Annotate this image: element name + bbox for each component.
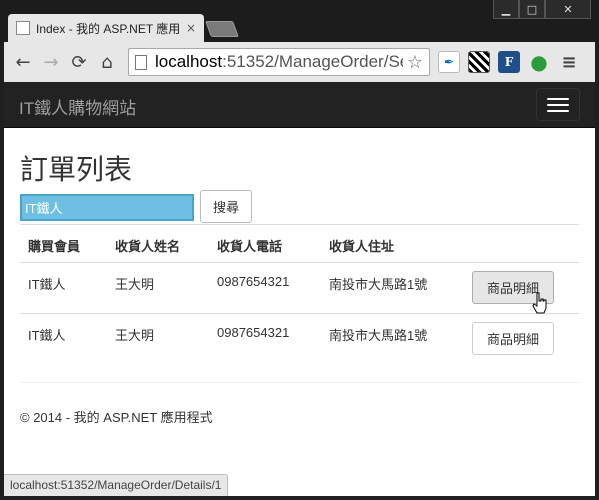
table-row: IT鐵人 王大明 0987654321 南投市大馬路1號 商品明細: [20, 313, 579, 364]
browser-menu-icon[interactable]: ≡: [558, 51, 580, 73]
table-row: IT鐵人 王大明 0987654321 南投市大馬路1號 商品明細: [20, 262, 579, 313]
extension-f-icon[interactable]: F: [498, 51, 520, 73]
page-viewport: IT鐵人購物網站 訂單列表 搜尋 購買會員 收貨人姓名 收貨人電話 收貨人住址 …: [4, 82, 595, 496]
extension-pen-icon[interactable]: ✒: [438, 51, 460, 73]
url-text: localhost:51352/ManageOrder/Se: [155, 52, 403, 72]
maximize-button[interactable]: □: [519, 0, 545, 19]
footer-divider: [20, 382, 579, 383]
cell-name: 王大明: [115, 277, 155, 292]
title-bar: ▁ □ ✕ Index - 我的 ASP.NET 應用 ×: [0, 0, 599, 42]
minimize-button[interactable]: ▁: [493, 0, 519, 19]
cell-phone: 0987654321: [217, 274, 290, 289]
column-header-address: 收貨人住址: [329, 239, 395, 254]
url-host: localhost: [155, 52, 223, 71]
hand-cursor-icon: [532, 292, 547, 314]
search-button[interactable]: 搜尋: [200, 190, 252, 223]
window-controls: ▁ □ ✕: [493, 0, 591, 19]
cell-address: 南投市大馬路1號: [329, 277, 428, 292]
site-brand-link[interactable]: IT鐵人購物網站: [19, 94, 136, 119]
page-favicon-icon: [16, 21, 30, 35]
tab-close-icon[interactable]: ×: [186, 21, 196, 35]
cell-address: 南投市大馬路1號: [329, 328, 428, 343]
cell-name: 王大明: [115, 328, 155, 343]
cell-member: IT鐵人: [28, 277, 66, 292]
hamburger-bar: [547, 103, 569, 106]
column-header-member: 購買會員: [28, 239, 81, 254]
page-title: 訂單列表: [20, 154, 133, 185]
cell-member: IT鐵人: [28, 328, 66, 343]
close-window-button[interactable]: ✕: [545, 0, 591, 19]
footer-text: © 2014 - 我的 ASP.NET 應用程式: [20, 410, 213, 425]
extension-qr-icon[interactable]: [468, 51, 490, 73]
tab-title: Index - 我的 ASP.NET 應用: [36, 21, 181, 36]
browser-tab[interactable]: Index - 我的 ASP.NET 應用 ×: [8, 14, 204, 42]
cell-phone: 0987654321: [217, 325, 290, 340]
status-bar-url: localhost:51352/ManageOrder/Details/1: [4, 474, 229, 496]
search-input[interactable]: [20, 194, 194, 221]
orders-table: 購買會員 收貨人姓名 收貨人電話 收貨人住址 IT鐵人 王大明 09876543…: [20, 224, 579, 364]
new-tab-button[interactable]: [205, 21, 239, 37]
column-header-phone: 收貨人電話: [217, 239, 283, 254]
address-bar[interactable]: localhost:51352/ManageOrder/Se ☆: [128, 48, 430, 76]
page-icon: [135, 54, 147, 70]
forward-button[interactable]: →: [38, 49, 64, 75]
browser-window: ▁ □ ✕ Index - 我的 ASP.NET 應用 × ← → ⟳ ⌂ lo…: [0, 0, 599, 500]
home-button[interactable]: ⌂: [94, 49, 120, 75]
extension-leaf-icon[interactable]: ●: [528, 50, 550, 74]
hamburger-bar: [547, 97, 569, 100]
column-header-name: 收貨人姓名: [115, 239, 181, 254]
reload-button[interactable]: ⟳: [66, 49, 92, 75]
hamburger-bar: [547, 109, 569, 112]
url-path: :51352/ManageOrder/Se: [222, 52, 403, 71]
bookmark-star-icon[interactable]: ☆: [407, 52, 423, 73]
browser-toolbar: ← → ⟳ ⌂ localhost:51352/ManageOrder/Se ☆…: [4, 42, 595, 82]
back-button[interactable]: ←: [10, 49, 36, 75]
site-navbar: IT鐵人購物網站: [4, 82, 595, 128]
table-header-row: 購買會員 收貨人姓名 收貨人電話 收貨人住址: [20, 224, 579, 262]
navbar-toggle-button[interactable]: [536, 88, 580, 121]
product-details-button[interactable]: 商品明細: [472, 322, 554, 355]
